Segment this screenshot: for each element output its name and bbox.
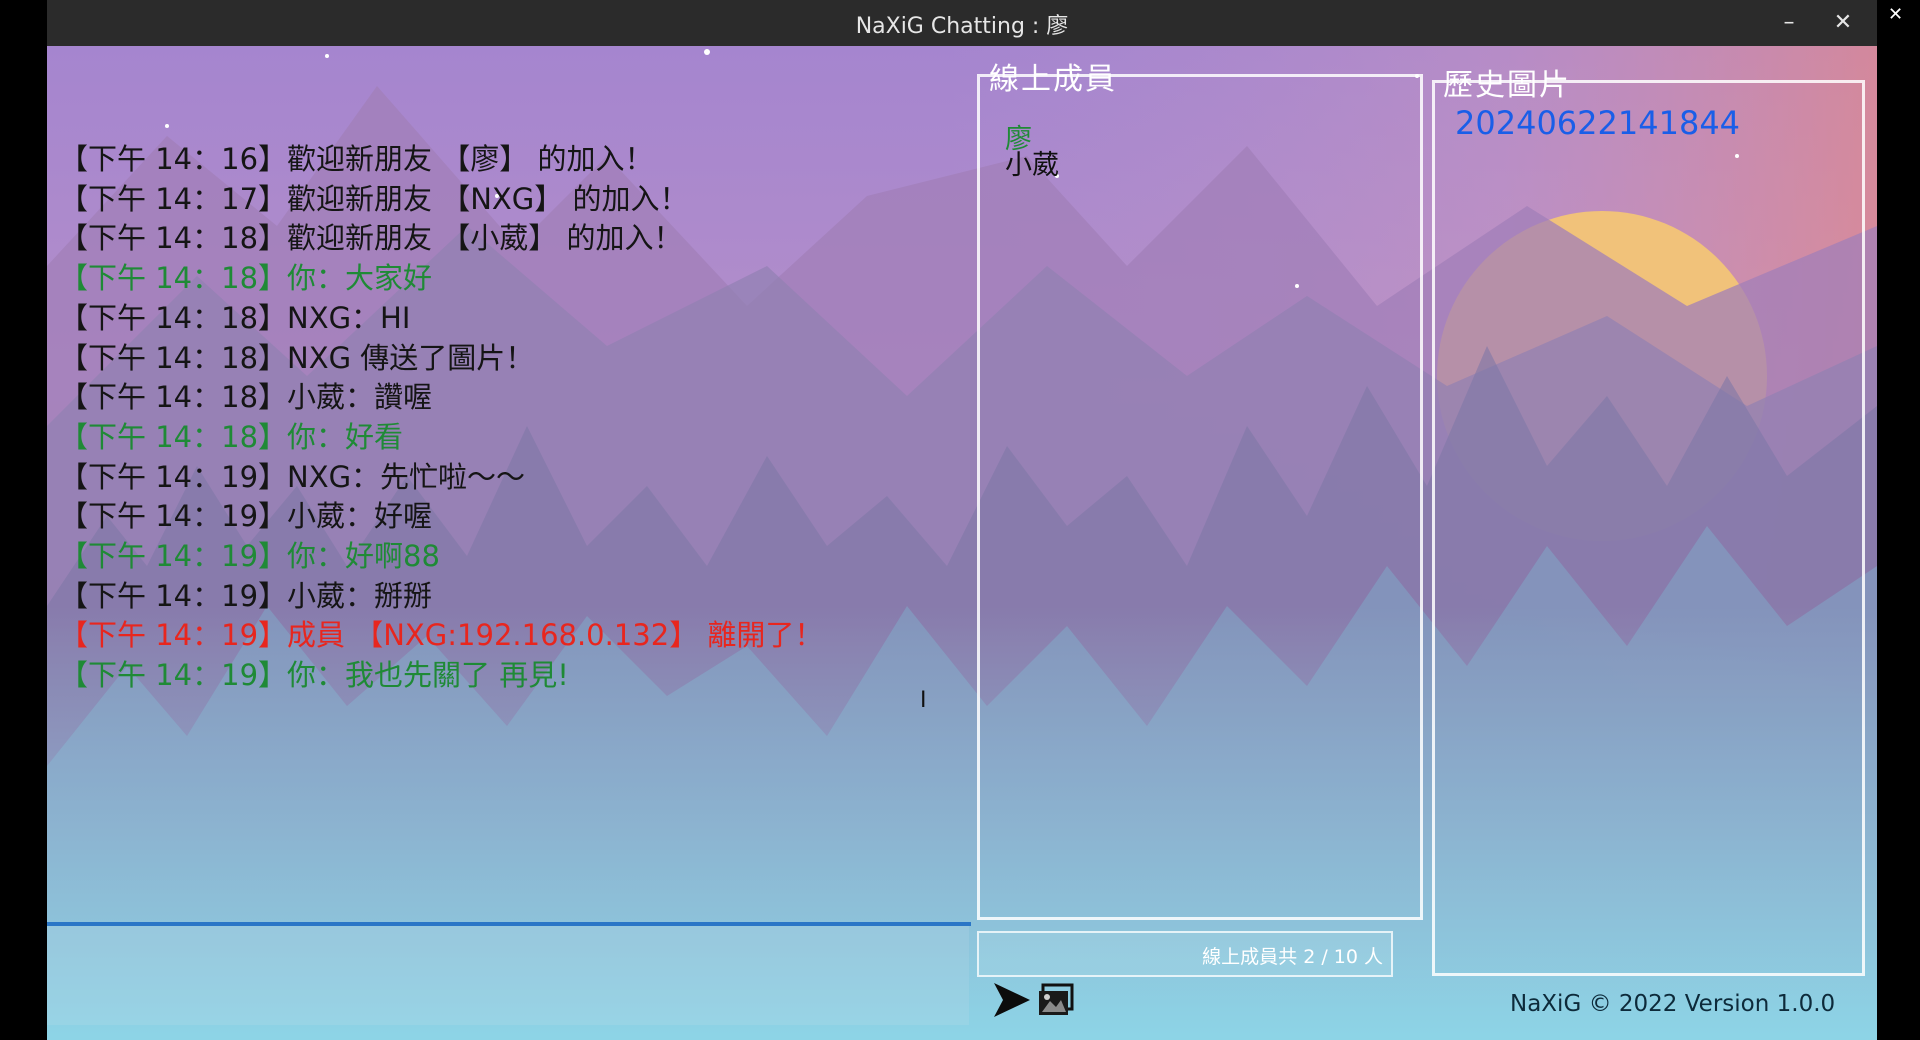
title-bar[interactable]: NaXiG Chatting : 廖 – ✕: [47, 0, 1877, 46]
chat-message: 【下午 14：19】NXG：先忙啦～～: [59, 459, 526, 494]
member-item[interactable]: 小葳: [1005, 152, 1059, 180]
chat-message: 【下午 14：18】你：大家好: [59, 261, 433, 296]
chat-log: 【下午 14：16】歡迎新朋友 【廖】 的加入！ 【下午 14：17】歡迎新朋友…: [59, 140, 959, 696]
chat-message: 【下午 14：18】NXG 傳送了圖片！: [59, 340, 535, 375]
outer-close-button[interactable]: ✕: [1888, 4, 1903, 25]
chat-message: 【下午 14：18】小葳：讚喔: [59, 380, 433, 415]
history-panel-title: 歷史圖片: [1443, 68, 1571, 103]
history-image-link[interactable]: 20240622141844: [1455, 104, 1740, 142]
chat-message: 【下午 14：18】NXG：HI: [59, 300, 411, 335]
chat-message: 【下午 14：19】你：好啊88: [59, 539, 440, 574]
members-panel-title: 線上成員: [989, 62, 1117, 97]
history-panel: [1432, 80, 1865, 976]
close-button[interactable]: ✕: [1823, 4, 1863, 42]
send-image-button[interactable]: [1037, 983, 1075, 1021]
window-title: NaXiG Chatting : 廖: [855, 14, 1069, 39]
member-count-text: 線上成員共 2 / 10 人: [1202, 946, 1383, 968]
app-window: NaXiG Chatting : 廖 – ✕ 【下午 14：16】歡迎新朋友 【…: [47, 0, 1877, 1040]
chat-message: 【下午 14：18】你：好看: [59, 419, 404, 454]
message-input[interactable]: [47, 926, 969, 1025]
chat-message: 【下午 14：17】歡迎新朋友 【NXG】 的加入！: [59, 181, 689, 216]
footer-version: NaXiG © 2022 Version 1.0.0: [1510, 991, 1836, 1017]
chat-message: 【下午 14：19】小葳：好喔: [59, 499, 433, 534]
send-arrow-icon: [994, 983, 1030, 1021]
send-button[interactable]: [993, 983, 1031, 1021]
chat-message: 【下午 14：19】成員 【NXG:192.168.0.132】 離開了！: [59, 618, 824, 653]
member-count-box: 線上成員共 2 / 10 人: [977, 931, 1393, 977]
picture-icon: [1038, 983, 1074, 1021]
members-panel: [977, 74, 1423, 920]
chat-message: 【下午 14：16】歡迎新朋友 【廖】 的加入！: [59, 142, 654, 176]
chat-message: 【下午 14：18】歡迎新朋友 【小葳】 的加入！: [59, 221, 683, 256]
minimize-button[interactable]: –: [1769, 4, 1809, 42]
chat-message: 【下午 14：19】你：我也先關了 再見!: [59, 658, 569, 693]
chat-message: 【下午 14：19】小葳：掰掰: [59, 578, 433, 613]
text-cursor-icon: I: [920, 688, 927, 713]
